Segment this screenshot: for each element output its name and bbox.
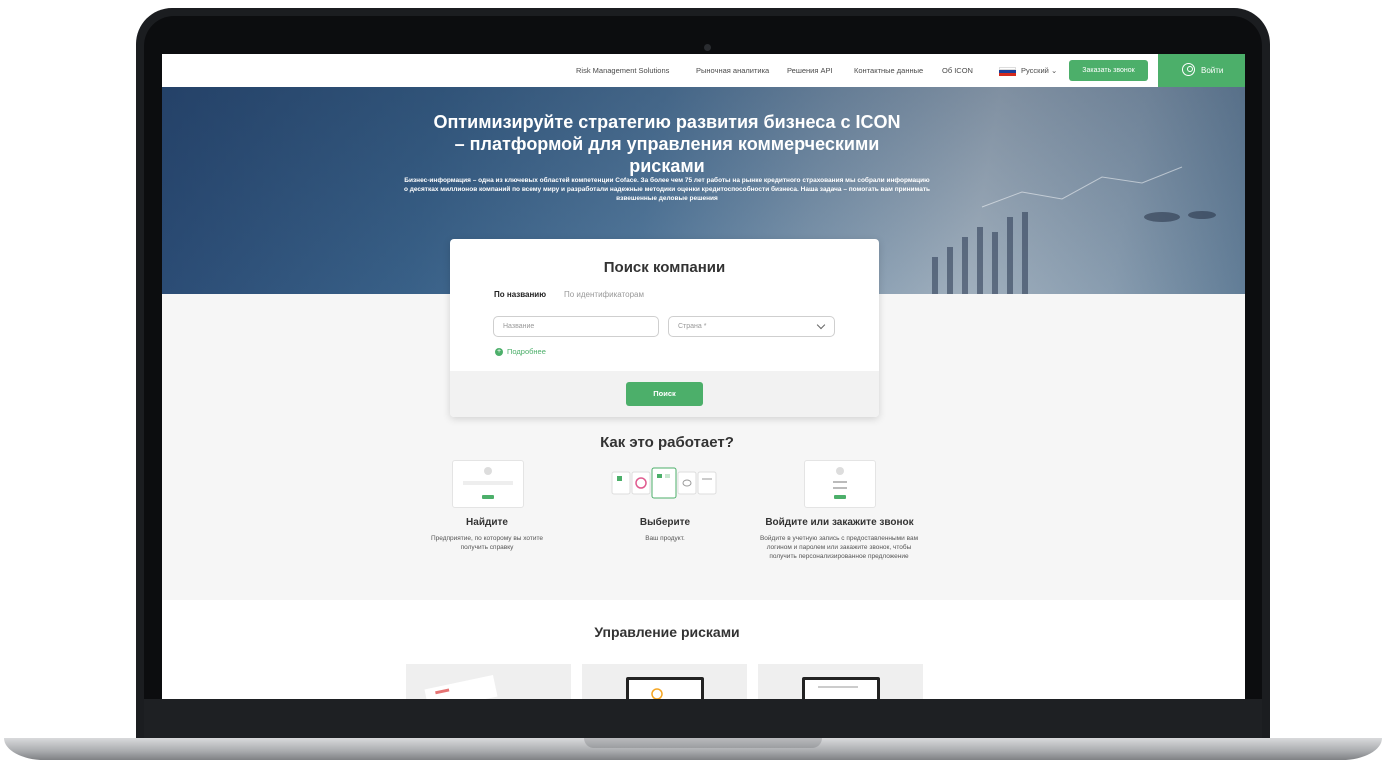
company-search-card: Поиск компании По названию По идентифика… <box>450 239 879 417</box>
step-login-title: Войдите или закажите звонок <box>765 517 914 528</box>
country-select-label: Страна * <box>678 323 707 330</box>
chevron-down-icon <box>816 320 826 330</box>
find-step-icon <box>452 460 524 508</box>
order-call-button[interactable]: Заказать звонок <box>1069 60 1148 81</box>
choose-step-icon <box>610 466 720 502</box>
search-title: Поиск компании <box>603 259 726 276</box>
camera-icon <box>704 44 711 51</box>
risk-card-2[interactable] <box>582 664 747 699</box>
nav-market-analytics[interactable]: Рыночная аналитика <box>696 54 769 87</box>
how-it-works-title: Как это работает? <box>600 434 734 451</box>
user-icon <box>1182 63 1195 76</box>
search-button[interactable]: Поиск <box>626 382 703 406</box>
tab-by-id[interactable]: По идентификаторам <box>564 290 644 299</box>
step-choose-title: Выберите <box>639 517 691 528</box>
language-selector[interactable]: Русский ⌄ <box>1021 54 1057 87</box>
chevron-down-icon: ⌄ <box>1050 66 1058 75</box>
login-step-icon <box>804 460 876 508</box>
risk-card-3[interactable] <box>758 664 923 699</box>
risk-card-1[interactable] <box>406 664 571 699</box>
hero-title: Оптимизируйте стратегию развития бизнеса… <box>433 112 901 176</box>
step-find-desc: Предприятие, по которому вы хотите получ… <box>430 535 544 551</box>
nav-api-solutions[interactable]: Решения API <box>787 54 833 87</box>
top-nav: Risk Management Solutions Рыночная анали… <box>162 54 1245 87</box>
login-button[interactable]: Войти <box>1158 54 1245 87</box>
tab-by-name[interactable]: По названию <box>494 290 546 299</box>
more-options-link[interactable]: Подробнее <box>507 347 546 356</box>
hero-subtitle: Бизнес-информация – одна из ключевых обл… <box>403 177 931 202</box>
country-select[interactable]: Страна * <box>668 316 835 337</box>
nav-about[interactable]: Об ICON <box>942 54 973 87</box>
nav-risk-management[interactable]: Risk Management Solutions <box>576 54 669 87</box>
company-name-input[interactable]: Название <box>493 316 659 337</box>
search-card-footer: Поиск <box>450 371 879 417</box>
nav-contacts[interactable]: Контактные данные <box>854 54 923 87</box>
step-login-desc: Войдите в учетную запись с предоставленн… <box>759 535 919 560</box>
plus-circle-icon[interactable]: + <box>495 348 503 356</box>
laptop-bezel-bottom <box>144 699 1262 742</box>
login-label: Войти <box>1201 66 1224 75</box>
risk-management-title: Управление рисками <box>594 624 740 640</box>
step-find-title: Найдите <box>466 517 508 528</box>
screen: Risk Management Solutions Рыночная анали… <box>162 54 1245 699</box>
language-label: Русский <box>1021 66 1049 75</box>
flag-ru-icon[interactable] <box>999 67 1016 76</box>
laptop-notch <box>584 738 822 748</box>
step-choose-desc: Ваш продукт. <box>645 535 685 542</box>
